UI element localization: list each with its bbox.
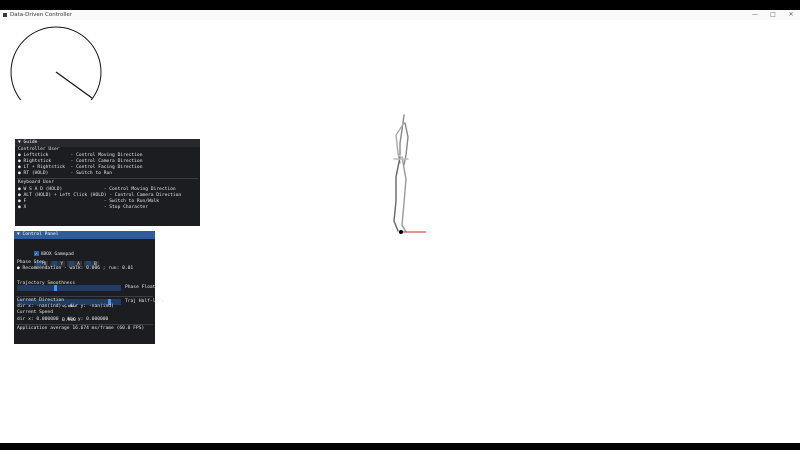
dial-needle <box>55 71 93 99</box>
control-panel: ▼ Control Panel ✓ XBOX Gamepad XYAB Phase… <box>14 231 164 344</box>
character-skeleton <box>393 114 426 234</box>
control-panel-header[interactable]: ▼ Control Panel <box>14 231 155 239</box>
guide-line: ● X - Stop Character <box>18 204 148 210</box>
gamepad-buttons-row: XYAB <box>17 251 155 267</box>
window-title: Data-Driven Controller <box>10 12 73 18</box>
skeleton-right-leg <box>401 156 407 233</box>
traj-row: 0.900 Traj Half-life <box>14 287 164 323</box>
skeleton-left-leg <box>393 156 401 232</box>
speed-value: dir x: 0.000000 ; dir y: 0.000000 <box>17 316 109 322</box>
guide-line: ● RT (HOLD) - Switch to Run <box>18 171 113 177</box>
guide-panel: ▼ Guide Controller User ● Leftstick - Co… <box>15 139 200 226</box>
phase-float-row: 0.006 Phase Float <box>14 273 155 309</box>
gamepad-checkbox-row[interactable]: ✓ XBOX Gamepad <box>17 241 155 257</box>
maximize-button[interactable]: □ <box>768 10 778 20</box>
skeleton-spine <box>399 114 405 156</box>
phase-recommendation: ● Recommendation - walk: 0.006 ; run: 0.… <box>17 266 134 272</box>
fps-text: Application average 16.674 ms/frame (60.… <box>17 325 145 331</box>
character-root-point <box>399 230 403 234</box>
minimize-button[interactable]: — <box>750 10 760 20</box>
app-icon <box>3 13 7 17</box>
guide-header[interactable]: ▼ Guide <box>15 139 200 147</box>
direction-dial <box>10 26 102 100</box>
window-titlebar: Data-Driven Controller — □ ✕ <box>0 10 800 20</box>
top-letterbox <box>0 0 800 10</box>
close-button[interactable]: ✕ <box>786 10 796 20</box>
bottom-letterbox <box>0 443 800 450</box>
dial-circle <box>10 26 102 100</box>
control-separator <box>16 323 153 325</box>
